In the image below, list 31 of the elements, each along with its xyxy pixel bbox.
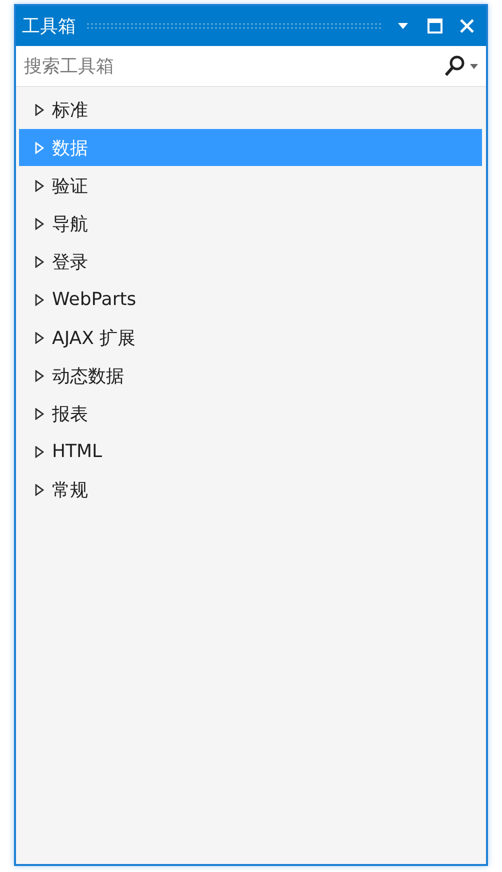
close-icon (459, 18, 475, 34)
expand-arrow-icon (35, 484, 44, 496)
toolbox-group[interactable]: 登录 (19, 243, 482, 280)
toolbox-group[interactable]: 验证 (19, 167, 482, 204)
expand-arrow-icon (35, 332, 44, 344)
expand-arrow-icon (35, 218, 44, 230)
toolbox-group[interactable]: 常规 (19, 471, 482, 508)
expand-arrow-icon (35, 446, 44, 458)
toolbox-group[interactable]: WebParts (19, 281, 482, 318)
caret-icon (397, 22, 409, 30)
search-field[interactable]: 搜索工具箱 (22, 54, 444, 78)
toolbox-group[interactable]: 动态数据 (19, 357, 482, 394)
expand-arrow-icon (35, 180, 44, 192)
expand-arrow-icon (35, 294, 44, 306)
caret-icon (470, 64, 478, 68)
window-title: 工具箱 (22, 15, 76, 38)
search-icon (444, 55, 466, 77)
expand-arrow-icon (35, 408, 44, 420)
expand-arrow-icon (35, 370, 44, 382)
expand-arrow-icon (35, 256, 44, 268)
expand-arrow-icon (35, 104, 44, 116)
search-button[interactable] (444, 55, 478, 77)
toolbox-group[interactable]: 导航 (19, 205, 482, 242)
drag-grip[interactable] (86, 22, 382, 30)
expand-arrow-icon (35, 142, 44, 154)
maximize-icon (427, 18, 443, 34)
toolbox-group[interactable]: AJAX 扩展 (19, 319, 482, 356)
search-box[interactable]: 搜索工具箱 (16, 46, 486, 87)
toolbox-group[interactable]: 报表 (19, 395, 482, 432)
toolbox-group[interactable]: 标准 (19, 91, 482, 128)
toolbox-group[interactable]: HTML (19, 433, 482, 470)
